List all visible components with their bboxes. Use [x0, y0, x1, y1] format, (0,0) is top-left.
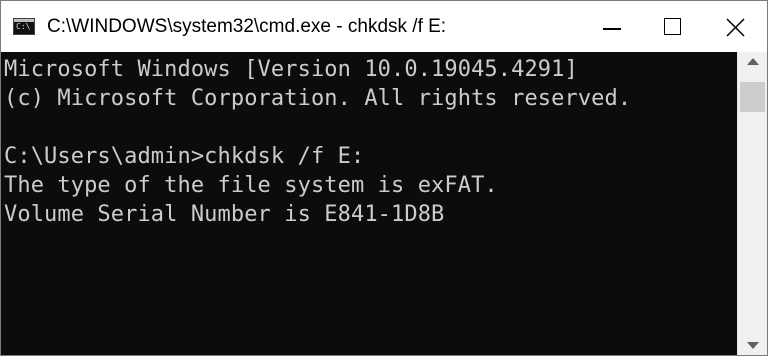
- scroll-up-arrow-icon[interactable]: [747, 58, 759, 65]
- title-bar[interactable]: C:\ C:\WINDOWS\system32\cmd.exe - chkdsk…: [1, 1, 767, 52]
- close-button[interactable]: [705, 1, 767, 52]
- console-line: Volume Serial Number is E841-1D8B: [4, 202, 445, 227]
- vertical-scrollbar[interactable]: [737, 52, 767, 355]
- icon-prompt-glyph: C:\: [16, 22, 31, 31]
- command-line: C:\Users\admin>chkdsk /f E:: [4, 144, 365, 169]
- console-output[interactable]: Microsoft Windows [Version 10.0.19045.42…: [1, 52, 737, 355]
- console-line: (c) Microsoft Corporation. All rights re…: [4, 86, 632, 111]
- maximize-icon: [664, 18, 681, 35]
- console-line: The type of the file system is exFAT.: [4, 173, 498, 198]
- scroll-thumb[interactable]: [740, 82, 765, 112]
- minimize-button[interactable]: [581, 1, 643, 52]
- cmd-window: C:\ C:\WINDOWS\system32\cmd.exe - chkdsk…: [0, 0, 768, 356]
- scroll-down-arrow-icon[interactable]: [747, 342, 759, 349]
- minimize-icon: [603, 28, 621, 30]
- window-title: C:\WINDOWS\system32\cmd.exe - chkdsk /f …: [47, 16, 447, 37]
- command-prompt-icon[interactable]: C:\: [13, 18, 35, 35]
- console-line: Microsoft Windows [Version 10.0.19045.42…: [4, 57, 578, 82]
- close-icon: [726, 18, 745, 37]
- maximize-button[interactable]: [643, 1, 705, 52]
